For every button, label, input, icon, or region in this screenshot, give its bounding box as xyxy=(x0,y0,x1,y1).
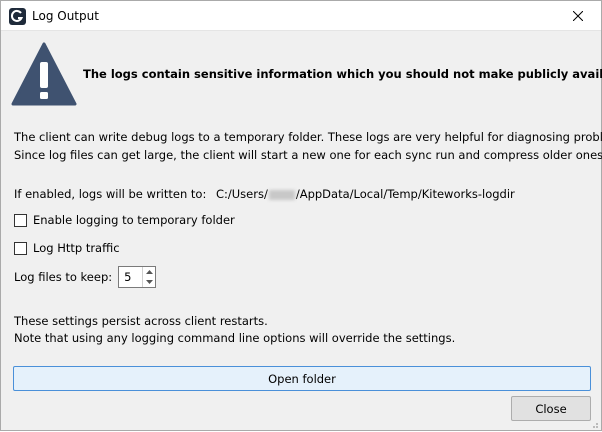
log-files-keep-value[interactable]: 5 xyxy=(124,270,131,284)
log-files-keep-spinbox[interactable]: 5 xyxy=(118,266,157,288)
warning-icon xyxy=(11,42,77,107)
warning-message: The logs contain sensitive information w… xyxy=(83,67,602,81)
log-path-prefix: C:/Users/ xyxy=(215,187,268,201)
description-line-2: Since log files can get large, the clien… xyxy=(14,148,602,162)
log-files-keep-label: Log files to keep: xyxy=(14,270,113,284)
spin-down-button[interactable] xyxy=(143,277,155,287)
app-logo-icon xyxy=(9,8,26,25)
log-path-label: If enabled, logs will be written to: xyxy=(14,187,207,201)
redacted-username xyxy=(268,189,295,200)
notes-line-2: Note that using any logging command line… xyxy=(14,331,456,345)
log-http-label[interactable]: Log Http traffic xyxy=(33,241,120,255)
enable-logging-label[interactable]: Enable logging to temporary folder xyxy=(33,213,235,227)
open-folder-button[interactable]: Open folder xyxy=(13,366,591,391)
log-path-row: If enabled, logs will be written to: C:/… xyxy=(14,185,515,203)
description-line-1: The client can write debug logs to a tem… xyxy=(14,130,602,144)
close-button[interactable]: Close xyxy=(511,396,591,421)
resize-grip-icon[interactable] xyxy=(589,418,599,428)
log-output-dialog: Log Output The logs contain sensitive in… xyxy=(0,0,602,431)
window-title: Log Output xyxy=(32,9,99,23)
close-icon xyxy=(573,11,583,21)
chevron-up-icon xyxy=(145,270,153,274)
log-http-checkbox-row[interactable]: Log Http traffic xyxy=(14,241,120,255)
spin-buttons xyxy=(142,267,155,287)
log-http-checkbox[interactable] xyxy=(14,241,27,255)
chevron-down-icon xyxy=(145,280,153,284)
log-files-keep-row: Log files to keep: 5 xyxy=(14,266,157,288)
window-close-button[interactable] xyxy=(555,1,601,31)
enable-logging-checkbox-row[interactable]: Enable logging to temporary folder xyxy=(14,213,235,227)
notes-line-1: These settings persist across client res… xyxy=(14,314,268,328)
title-bar: Log Output xyxy=(1,1,601,31)
log-path-suffix: /AppData/Local/Temp/Kiteworks-logdir xyxy=(295,187,515,201)
enable-logging-checkbox[interactable] xyxy=(14,213,27,227)
spin-up-button[interactable] xyxy=(143,267,155,277)
